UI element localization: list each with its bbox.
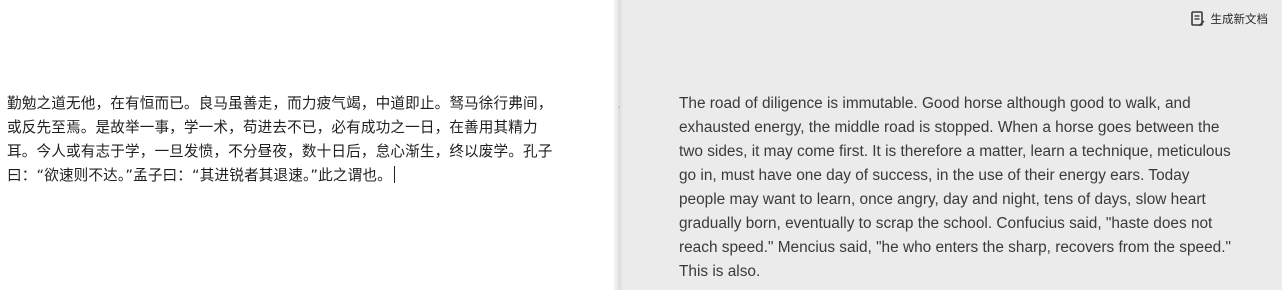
source-text: 勤勉之道无他，在有恒而已。良马虽善走，而力疲气竭，中道即止。驽马徐行弗间，或反先… bbox=[7, 95, 553, 184]
source-pane: 勤勉之道无他，在有恒而已。良马虽善走，而力疲气竭，中道即止。驽马徐行弗间，或反先… bbox=[0, 0, 614, 290]
translation-app: 勤勉之道无他，在有恒而已。良马虽善走，而力疲气竭，中道即止。驽马徐行弗间，或反先… bbox=[0, 0, 1282, 290]
document-edit-icon bbox=[1190, 11, 1205, 27]
translation-output: The road of diligence is immutable. Good… bbox=[679, 95, 1231, 280]
text-caret bbox=[393, 166, 395, 183]
generate-new-document-label: 生成新文档 bbox=[1210, 12, 1269, 26]
source-text-editor[interactable]: 勤勉之道无他，在有恒而已。良马虽善走，而力疲气竭，中道即止。驽马徐行弗间，或反先… bbox=[7, 92, 567, 188]
divider-grip-icon bbox=[618, 106, 620, 108]
pane-divider[interactable] bbox=[614, 0, 625, 290]
generate-new-document-button[interactable]: 生成新文档 bbox=[1190, 11, 1269, 27]
translation-pane: 生成新文档 The road of diligence is immutable… bbox=[625, 0, 1282, 290]
